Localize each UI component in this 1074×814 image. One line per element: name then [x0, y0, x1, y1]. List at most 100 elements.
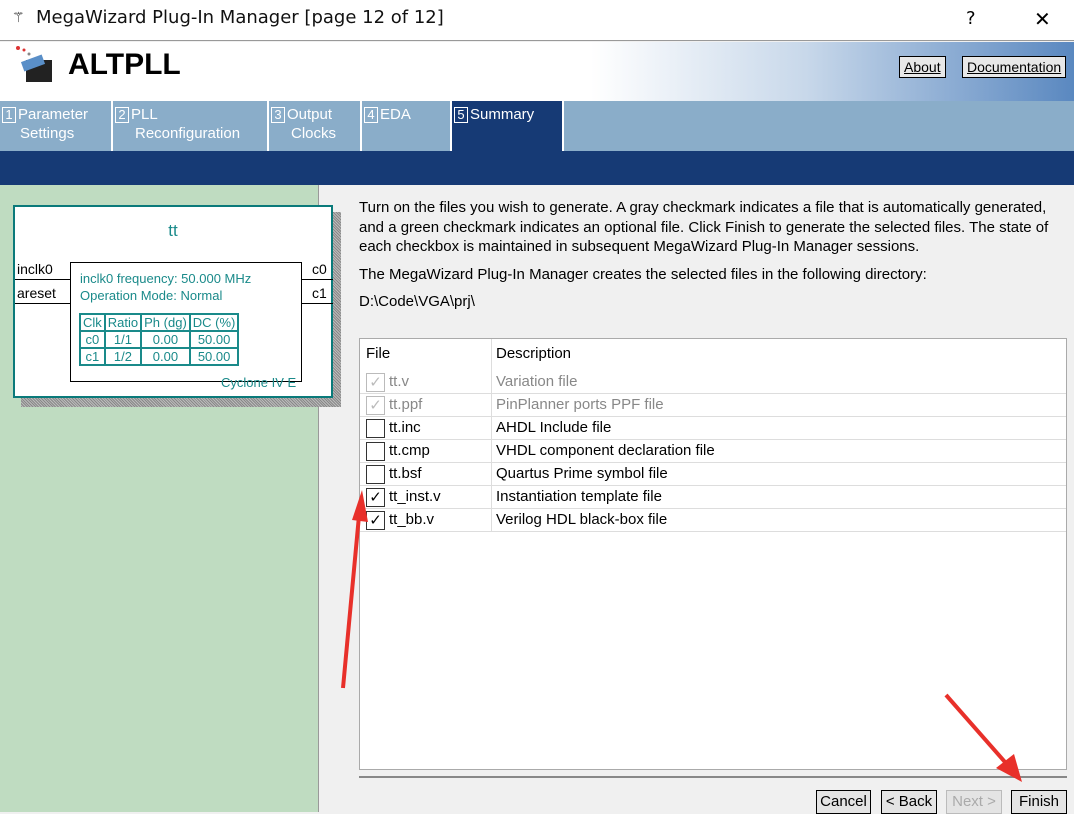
- clock-table: Clk Ratio Ph (dg) DC (%) c0 1/1 0.00 50.00 c1 1…: [79, 313, 240, 366]
- td: 0.00: [140, 330, 191, 349]
- wizard-header: ALTPLL About Documentation: [0, 42, 1074, 101]
- tab-number: 1: [2, 107, 16, 123]
- file-checkbox[interactable]: [366, 465, 385, 484]
- file-checkbox[interactable]: [366, 419, 385, 438]
- cancel-button[interactable]: Cancel: [816, 790, 871, 814]
- file-name: tt_inst.v: [389, 488, 441, 505]
- intro-text: Turn on the files you wish to generate. …: [359, 199, 1049, 255]
- directory-label: The MegaWizard Plug-In Manager creates t…: [359, 265, 927, 283]
- wire: [302, 303, 333, 304]
- separator: [359, 776, 1067, 778]
- wire: [15, 303, 70, 304]
- tab-content-band: [0, 151, 1074, 185]
- column-divider: [491, 463, 492, 486]
- tab-label: Parameter: [18, 106, 89, 123]
- file-description: AHDL Include file: [496, 419, 612, 436]
- tab-number: 5: [454, 107, 468, 123]
- td: c1: [79, 347, 106, 366]
- port-c1: c1: [312, 285, 327, 301]
- tab-summary[interactable]: 5 Summary: [452, 101, 564, 151]
- file-name: tt.v: [389, 373, 410, 390]
- tab-label: Settings: [20, 125, 75, 142]
- output-directory: D:\Code\VGA\prj\: [359, 293, 475, 310]
- tab-bar: 1 Parameter Settings 2 PLL Reconfiguration 3…: [0, 101, 1074, 151]
- altpll-chip-icon: [16, 46, 52, 82]
- back-button[interactable]: < Back: [881, 790, 937, 814]
- finish-button[interactable]: Finish: [1011, 790, 1067, 814]
- pll-symbol: tt inclk0 areset c0 c1 inclk0 frequency:…: [13, 205, 333, 398]
- wire: [302, 279, 333, 280]
- tab-eda[interactable]: 4 EDA: [362, 101, 452, 151]
- wand-icon: ⚚: [12, 10, 25, 26]
- th: DC (%): [188, 313, 240, 332]
- file-description: Quartus Prime symbol file: [496, 465, 668, 482]
- file-description: PinPlanner ports PPF file: [496, 396, 664, 413]
- column-file[interactable]: File: [366, 339, 390, 369]
- close-button[interactable]: ✕: [1034, 7, 1051, 31]
- file-row: tt.inc AHDL Include file: [360, 417, 1066, 440]
- tab-label: Clocks: [291, 125, 337, 142]
- summary-text: Turn on the files you wish to generate. …: [359, 198, 1049, 312]
- column-divider: [491, 486, 492, 509]
- device-family: Cyclone IV E: [221, 375, 297, 390]
- td: 50.00: [188, 347, 240, 366]
- window-title: MegaWizard Plug-In Manager [page 12 of 1…: [36, 7, 444, 28]
- tab-pll-reconfiguration[interactable]: 2 PLL Reconfiguration: [113, 101, 269, 151]
- wire: [15, 279, 70, 280]
- file-checkbox[interactable]: [366, 442, 385, 461]
- file-name: tt.inc: [389, 419, 421, 436]
- tab-output-clocks[interactable]: 3 Output Clocks: [269, 101, 362, 151]
- file-description: VHDL component declaration file: [496, 442, 715, 459]
- file-checkbox[interactable]: ✓: [366, 396, 385, 415]
- tab-label: Reconfiguration: [135, 125, 241, 142]
- file-name: tt.cmp: [389, 442, 430, 459]
- title-bar: ⚚ MegaWizard Plug-In Manager [page 12 of…: [0, 0, 1074, 41]
- column-divider: [491, 339, 492, 371]
- operation-mode: Operation Mode: Normal: [80, 288, 223, 303]
- column-description[interactable]: Description: [496, 339, 571, 369]
- file-row: tt.bsf Quartus Prime symbol file: [360, 463, 1066, 486]
- inclk-frequency: inclk0 frequency: 50.000 MHz: [80, 271, 252, 286]
- file-row: tt.cmp VHDL component declaration file: [360, 440, 1066, 463]
- file-list: File Description ✓ tt.v Variation file ✓ …: [359, 338, 1067, 770]
- next-button[interactable]: Next >: [946, 790, 1002, 814]
- column-divider: [491, 394, 492, 417]
- file-description: Instantiation template file: [496, 488, 662, 505]
- column-divider: [491, 417, 492, 440]
- about-button[interactable]: About: [899, 56, 946, 78]
- file-name: tt.ppf: [389, 396, 423, 413]
- tab-parameter-settings[interactable]: 1 Parameter Settings: [0, 101, 113, 151]
- td: c0: [79, 330, 106, 349]
- file-checkbox[interactable]: ✓: [366, 373, 385, 392]
- file-description: Variation file: [496, 373, 578, 390]
- file-row: ✓ tt_inst.v Instantiation template file: [360, 486, 1066, 509]
- file-row: ✓ tt_bb.v Verilog HDL black-box file: [360, 509, 1066, 532]
- file-checkbox[interactable]: ✓: [366, 488, 385, 507]
- file-row: ✓ tt.ppf PinPlanner ports PPF file: [360, 394, 1066, 417]
- help-button[interactable]: ?: [966, 8, 976, 29]
- port-areset: areset: [17, 285, 56, 301]
- td: 0.00: [140, 347, 191, 366]
- tab-number: 3: [271, 107, 285, 123]
- tab-number: 2: [115, 107, 129, 123]
- tab-number: 4: [364, 107, 378, 123]
- td: 50.00: [188, 330, 240, 349]
- documentation-button[interactable]: Documentation: [962, 56, 1067, 78]
- arrow-to-checkbox: [341, 504, 362, 689]
- th: Clk: [79, 313, 106, 332]
- pll-block: inclk0 frequency: 50.000 MHz Operation M…: [70, 262, 302, 382]
- td: 1/1: [103, 330, 143, 349]
- app-name: ALTPLL: [68, 48, 181, 81]
- symbol-name: tt: [168, 221, 178, 240]
- file-checkbox[interactable]: ✓: [366, 511, 385, 530]
- file-row: ✓ tt.v Variation file: [360, 371, 1066, 394]
- tab-label: Output: [287, 106, 333, 123]
- column-divider: [491, 440, 492, 463]
- tab-label: Summary: [470, 106, 535, 123]
- td: 1/2: [103, 347, 143, 366]
- tab-label: EDA: [380, 106, 411, 123]
- column-divider: [491, 509, 492, 532]
- th: Ph (dg): [140, 313, 191, 332]
- file-name: tt_bb.v: [389, 511, 435, 528]
- port-inclk0: inclk0: [17, 261, 53, 277]
